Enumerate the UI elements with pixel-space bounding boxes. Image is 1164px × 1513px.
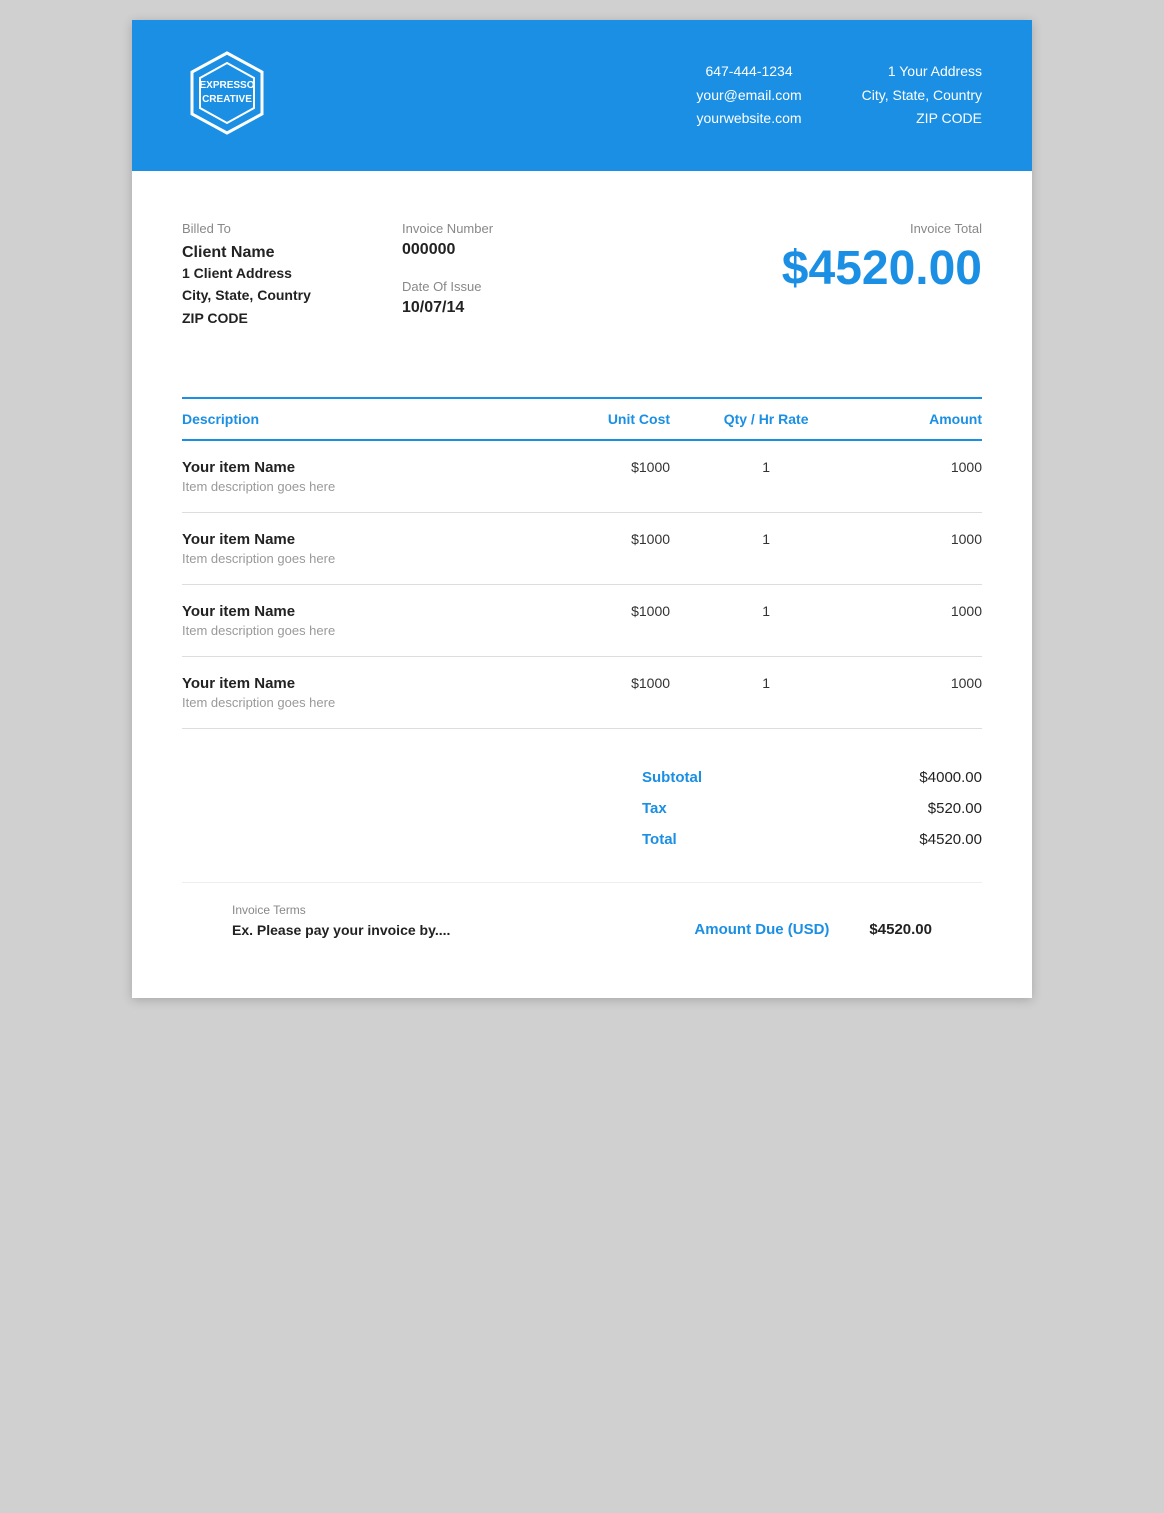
table-row: Your item Name Item description goes her… [182, 585, 982, 657]
col-unit-cost: Unit Cost [529, 398, 670, 440]
header-email: your@email.com [696, 84, 801, 108]
invoice-number-label: Invoice Number [402, 221, 602, 236]
amount-due-value: $4520.00 [869, 921, 932, 938]
amount-due-row: Amount Due (USD) $4520.00 [694, 921, 932, 938]
header-street: 1 Your Address [862, 60, 982, 84]
item-desc-2: Item description goes here [182, 623, 529, 638]
item-name-2: Your item Name [182, 603, 529, 620]
item-name-1: Your item Name [182, 531, 529, 548]
totals-section: Subtotal $4000.00 Tax $520.00 Total $452… [132, 729, 1032, 882]
table-header: Description Unit Cost Qty / Hr Rate Amou… [182, 398, 982, 440]
date-label: Date Of Issue [402, 279, 602, 294]
item-amount-2: 1000 [862, 585, 982, 657]
client-zip: ZIP CODE [182, 307, 402, 329]
tax-value: $520.00 [928, 800, 982, 817]
tax-row: Tax $520.00 [642, 800, 982, 817]
item-qty-1: 1 [670, 513, 862, 585]
invoice-number: 000000 [402, 241, 602, 259]
item-desc-0: Item description goes here [182, 479, 529, 494]
item-name-3: Your item Name [182, 675, 529, 692]
total-label: Total [642, 831, 677, 848]
item-qty-0: 1 [670, 440, 862, 513]
client-address: 1 Client Address City, State, Country ZI… [182, 262, 402, 329]
col-description: Description [182, 398, 529, 440]
client-city: City, State, Country [182, 284, 402, 306]
terms-label: Invoice Terms [232, 903, 450, 917]
invoice-total-area: Invoice Total $4520.00 [782, 221, 982, 296]
item-cost-2: $1000 [529, 585, 670, 657]
invoice-terms: Invoice Terms Ex. Please pay your invoic… [232, 903, 450, 938]
item-cost-1: $1000 [529, 513, 670, 585]
table-row: Your item Name Item description goes her… [182, 513, 982, 585]
subtotal-value: $4000.00 [919, 769, 982, 786]
table-row: Your item Name Item description goes her… [182, 440, 982, 513]
invoice-header: EXPRESSO CREATIVE 647-444-1234 your@emai… [132, 20, 1032, 171]
total-value: $4520.00 [919, 831, 982, 848]
item-qty-3: 1 [670, 657, 862, 729]
header-zip: ZIP CODE [862, 107, 982, 131]
table-section: Description Unit Cost Qty / Hr Rate Amou… [132, 397, 1032, 729]
item-name-0: Your item Name [182, 459, 529, 476]
invoice-meta: Invoice Number 000000 Date Of Issue 10/0… [402, 221, 602, 337]
item-amount-3: 1000 [862, 657, 982, 729]
item-cost-3: $1000 [529, 657, 670, 729]
logo-icon: EXPRESSO CREATIVE [182, 48, 272, 138]
terms-value: Ex. Please pay your invoice by.... [232, 922, 450, 938]
header-contact: 647-444-1234 your@email.com yourwebsite.… [696, 60, 801, 131]
header-city: City, State, Country [862, 84, 982, 108]
total-row: Total $4520.00 [642, 831, 982, 848]
item-desc-1: Item description goes here [182, 551, 529, 566]
table-body: Your item Name Item description goes her… [182, 440, 982, 729]
svg-text:EXPRESSO: EXPRESSO [199, 80, 254, 91]
billed-to-label: Billed To [182, 221, 402, 236]
footer-section: Invoice Terms Ex. Please pay your invoic… [182, 882, 982, 998]
subtotal-label: Subtotal [642, 769, 702, 786]
item-amount-0: 1000 [862, 440, 982, 513]
header-address: 1 Your Address City, State, Country ZIP … [862, 60, 982, 131]
subtotal-row: Subtotal $4000.00 [642, 769, 982, 786]
billing-section: Billed To Client Name 1 Client Address C… [132, 171, 1032, 367]
header-website: yourwebsite.com [696, 107, 801, 131]
invoice-table: Description Unit Cost Qty / Hr Rate Amou… [182, 397, 982, 729]
invoice-total-amount: $4520.00 [782, 241, 982, 296]
invoice-page: EXPRESSO CREATIVE 647-444-1234 your@emai… [132, 20, 1032, 998]
item-amount-1: 1000 [862, 513, 982, 585]
client-address-1: 1 Client Address [182, 262, 402, 284]
col-amount: Amount [862, 398, 982, 440]
header-phone: 647-444-1234 [696, 60, 801, 84]
billed-to: Billed To Client Name 1 Client Address C… [182, 221, 402, 329]
col-qty: Qty / Hr Rate [670, 398, 862, 440]
item-cost-0: $1000 [529, 440, 670, 513]
logo-area: EXPRESSO CREATIVE [182, 48, 272, 143]
item-desc-3: Item description goes here [182, 695, 529, 710]
invoice-total-label: Invoice Total [782, 221, 982, 236]
table-row: Your item Name Item description goes her… [182, 657, 982, 729]
item-qty-2: 1 [670, 585, 862, 657]
invoice-date: 10/07/14 [402, 299, 602, 317]
client-name: Client Name [182, 244, 402, 262]
totals-table: Subtotal $4000.00 Tax $520.00 Total $452… [642, 769, 982, 862]
amount-due-label: Amount Due (USD) [694, 921, 829, 938]
tax-label: Tax [642, 800, 667, 817]
svg-text:CREATIVE: CREATIVE [202, 94, 252, 105]
